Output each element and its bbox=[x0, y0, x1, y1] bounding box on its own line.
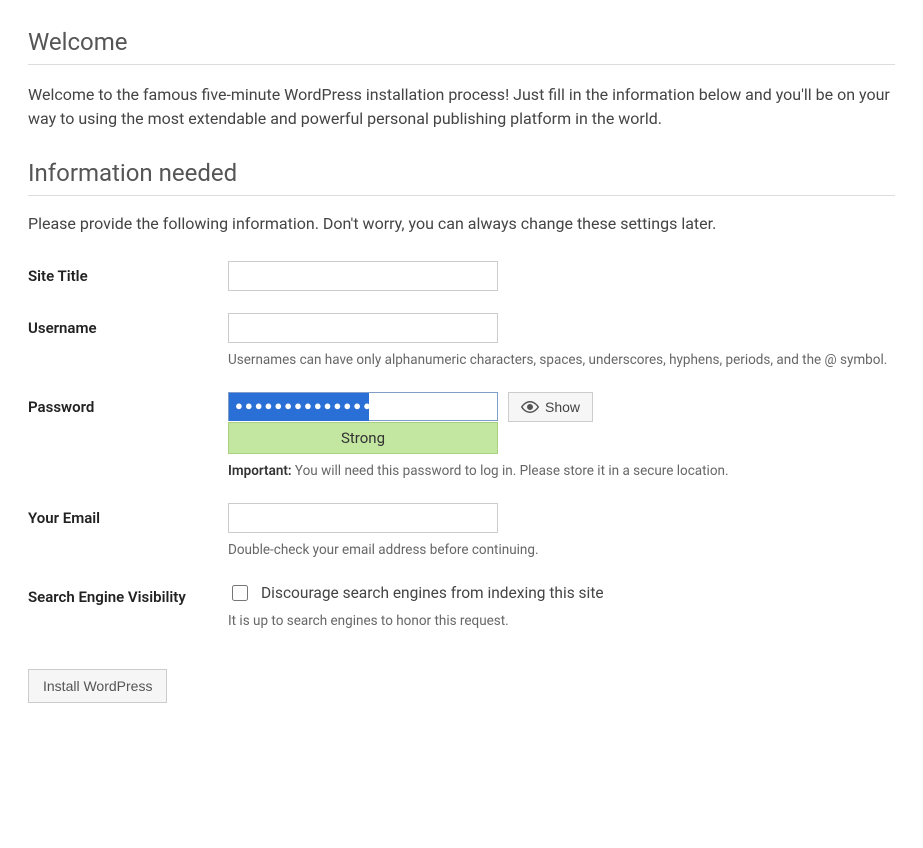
info-needed-heading: Information needed bbox=[28, 159, 895, 196]
email-label: Your Email bbox=[28, 503, 228, 529]
visibility-row: Search Engine Visibility Discourage sear… bbox=[28, 582, 895, 631]
visibility-checkbox-label: Discourage search engines from indexing … bbox=[261, 584, 604, 602]
intro-text: Welcome to the famous five-minute WordPr… bbox=[28, 83, 895, 131]
username-hint: Usernames can have only alphanumeric cha… bbox=[228, 351, 895, 370]
welcome-heading: Welcome bbox=[28, 28, 895, 65]
password-hint-prefix: Important: bbox=[228, 463, 292, 479]
password-hint-text: You will need this password to log in. P… bbox=[292, 463, 729, 479]
password-hint: Important: You will need this password t… bbox=[228, 462, 895, 481]
site-title-row: Site Title bbox=[28, 261, 895, 291]
install-button[interactable]: Install WordPress bbox=[28, 669, 167, 703]
email-input[interactable] bbox=[228, 503, 498, 533]
password-strength-badge: Strong bbox=[228, 422, 498, 454]
password-label: Password bbox=[28, 392, 228, 418]
visibility-label: Search Engine Visibility bbox=[28, 582, 228, 608]
eye-icon bbox=[521, 400, 539, 414]
email-row: Your Email Double-check your email addre… bbox=[28, 503, 895, 560]
site-title-label: Site Title bbox=[28, 261, 228, 287]
show-password-button[interactable]: Show bbox=[508, 392, 593, 422]
username-row: Username Usernames can have only alphanu… bbox=[28, 313, 895, 370]
email-hint: Double-check your email address before c… bbox=[228, 541, 895, 560]
site-title-input[interactable] bbox=[228, 261, 498, 291]
username-label: Username bbox=[28, 313, 228, 339]
sub-text: Please provide the following information… bbox=[28, 214, 895, 233]
password-input[interactable] bbox=[228, 392, 498, 421]
visibility-checkbox[interactable] bbox=[232, 585, 248, 601]
visibility-hint: It is up to search engines to honor this… bbox=[228, 612, 895, 631]
password-row: Password ●●●●●●●●●●●●●● Show Strong Impo… bbox=[28, 392, 895, 481]
username-input[interactable] bbox=[228, 313, 498, 343]
show-password-label: Show bbox=[545, 399, 580, 415]
